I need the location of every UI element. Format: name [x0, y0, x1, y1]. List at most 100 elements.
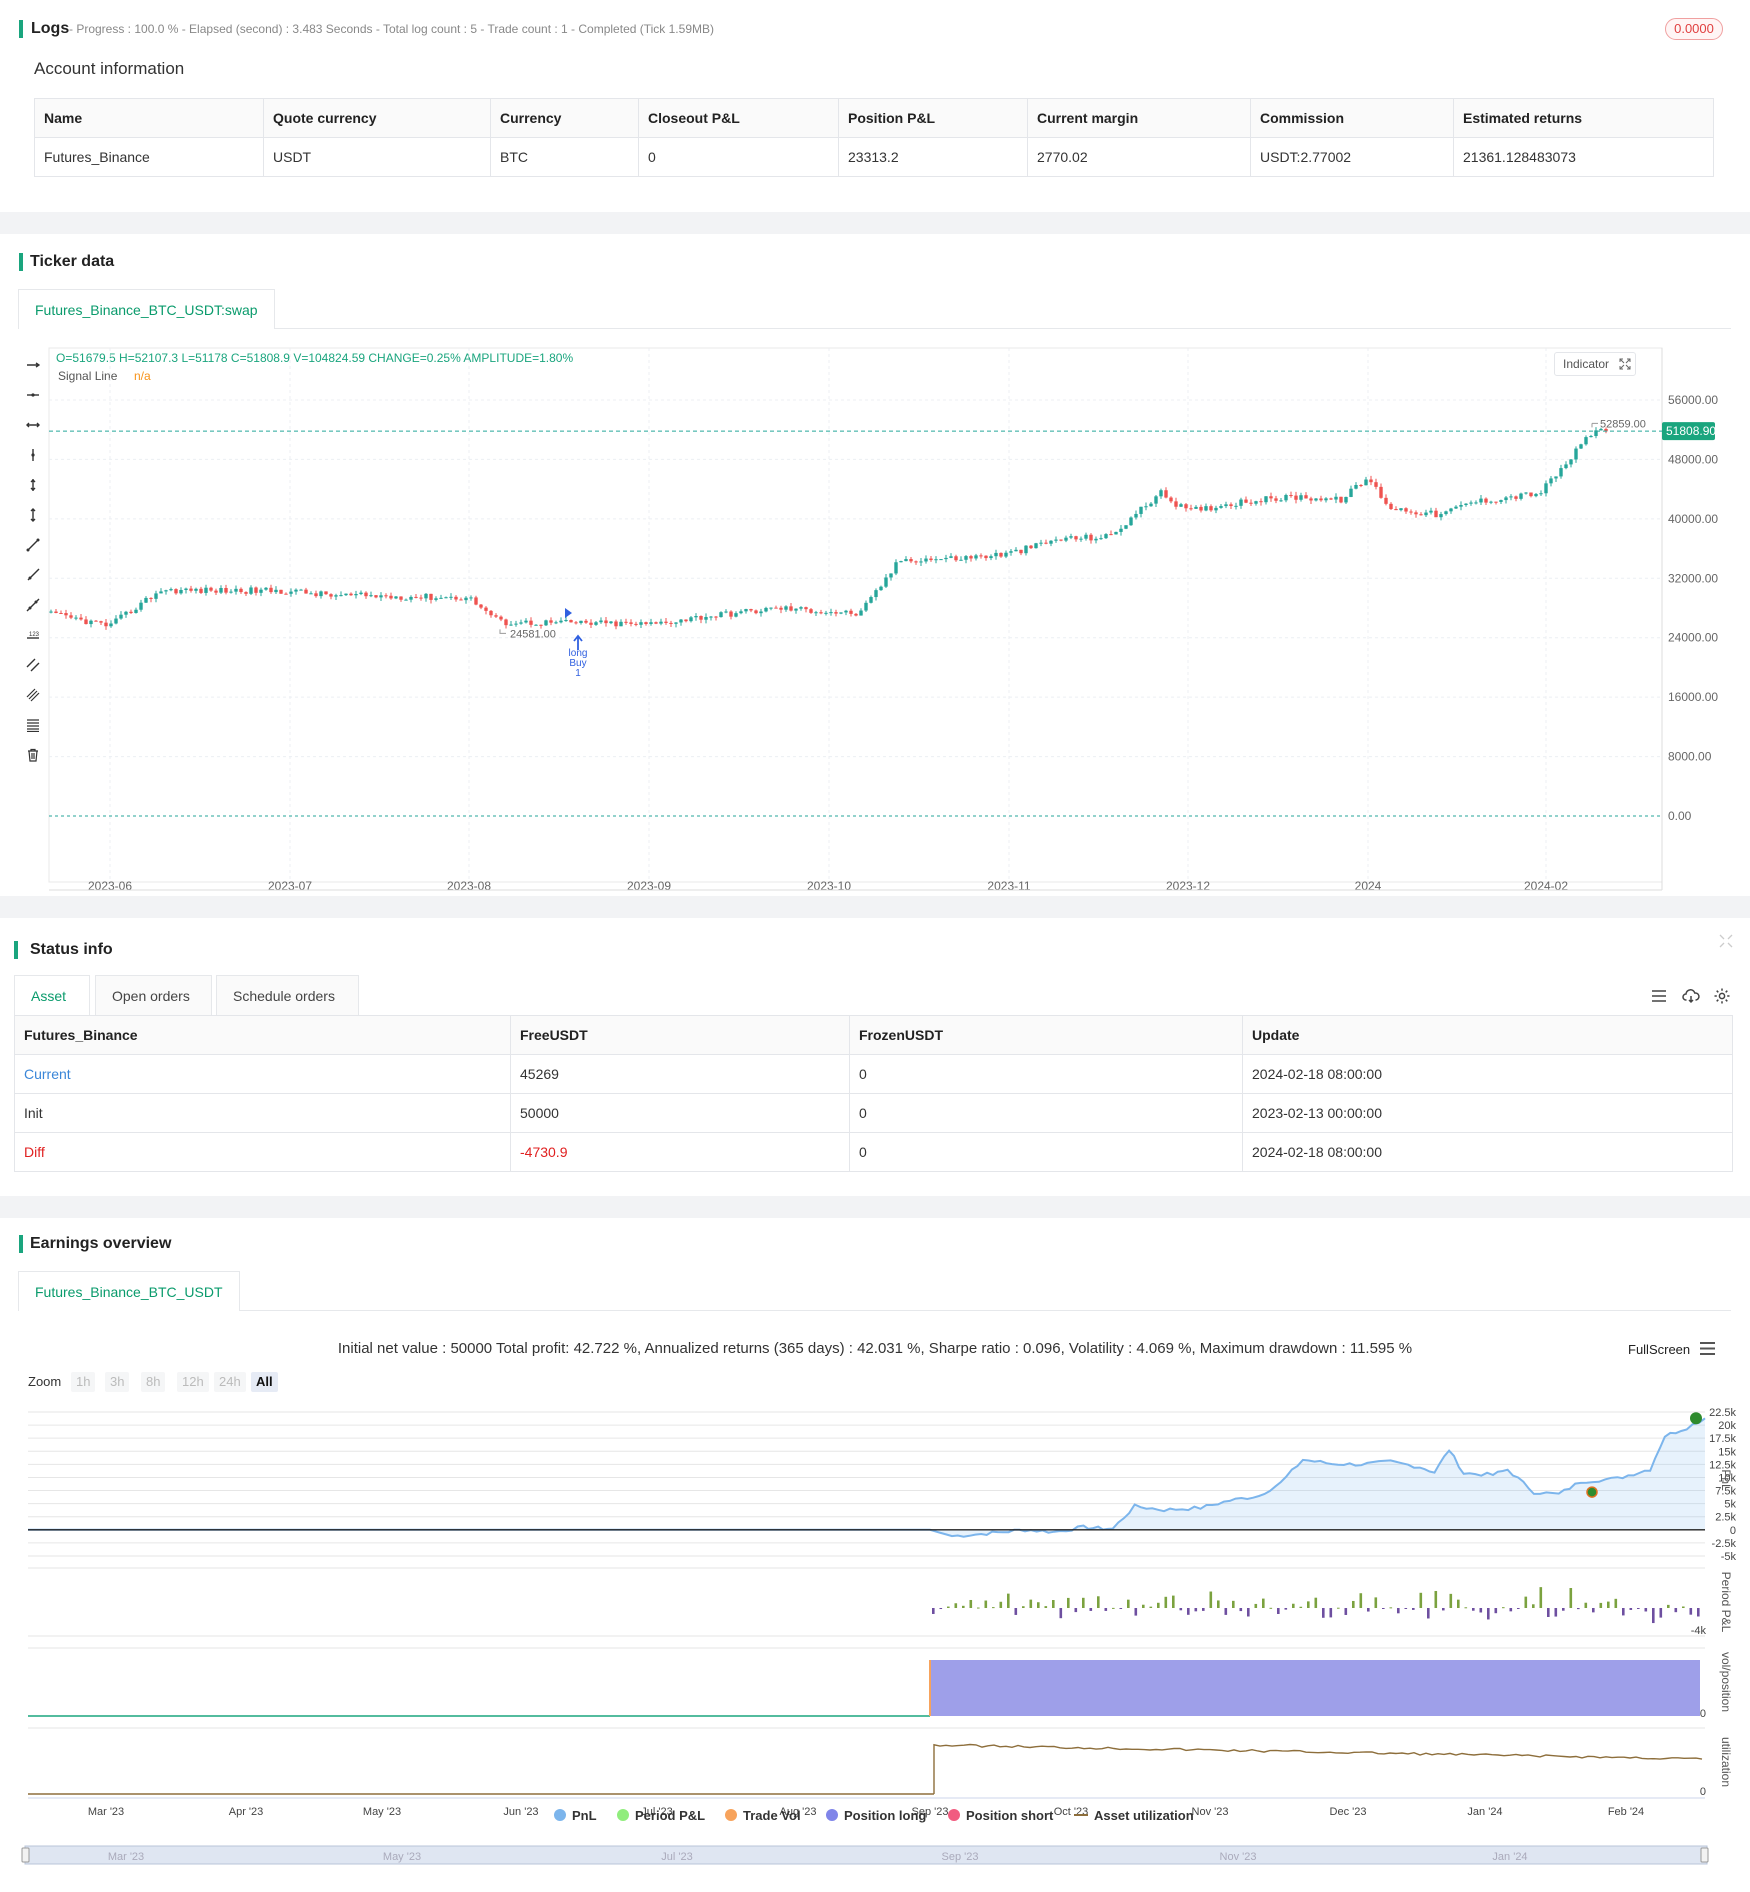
period-pnl-bar	[1389, 1607, 1393, 1609]
legend-item[interactable]: PnL	[554, 1808, 597, 1823]
candle-body	[984, 555, 988, 559]
period-pnl-bar	[1494, 1608, 1498, 1614]
period-pnl-bar	[1644, 1608, 1648, 1612]
low-marker	[499, 629, 506, 634]
tab-asset[interactable]: Asset	[14, 975, 90, 1015]
zoom-24h[interactable]: 24h	[214, 1372, 246, 1392]
candle-body	[1109, 534, 1113, 536]
candle-body	[404, 599, 408, 601]
list-icon[interactable]	[1651, 988, 1667, 1004]
logs-accent-bar	[19, 20, 23, 38]
legend-marker-icon	[554, 1809, 566, 1821]
cell-label-current[interactable]: Current	[14, 1054, 511, 1094]
time-tick-label: 2024	[1355, 879, 1382, 893]
period-pnl-bar	[1359, 1593, 1363, 1608]
table-row: Init 50000 0 2023-02-13 00:00:00	[14, 1093, 1733, 1133]
period-pnl-bar	[1502, 1607, 1505, 1609]
legend-item[interactable]: Position short	[948, 1808, 1053, 1823]
status-accent-bar	[14, 941, 18, 959]
tab-open-orders[interactable]: Open orders	[95, 975, 212, 1015]
cell-position-pnl: 23313.2	[838, 137, 1028, 177]
cell-closeout-pnl: 0	[638, 137, 839, 177]
util-line	[933, 1743, 1703, 1794]
candle-body	[674, 622, 678, 624]
table-row: Futures_Binance USDT BTC 0 23313.2 2770.…	[34, 137, 1714, 177]
period-pnl-bar	[1374, 1597, 1378, 1608]
period-pnl-bar	[1127, 1599, 1130, 1608]
legend-marker-icon	[725, 1809, 737, 1821]
period-pnl-bar	[1232, 1600, 1235, 1608]
gear-icon[interactable]	[1713, 987, 1731, 1005]
period-pnl-bar	[1404, 1608, 1408, 1609]
col-quote-currency: Quote currency	[263, 98, 491, 138]
tab-ticker-symbol[interactable]: Futures_Binance_BTC_USDT:swap	[18, 289, 275, 329]
zoom-12h[interactable]: 12h	[177, 1372, 209, 1392]
cell-update: 2023-02-13 00:00:00	[1242, 1093, 1733, 1133]
candle-body	[444, 597, 448, 599]
period-pnl-bar	[1322, 1608, 1325, 1618]
time-tick-label: 2023-10	[807, 879, 851, 893]
period-pnl-bar	[999, 1601, 1003, 1608]
candle-body	[254, 587, 258, 593]
logs-badge[interactable]: 0.0000	[1665, 18, 1723, 40]
candle-body	[834, 612, 838, 614]
candle-body	[319, 591, 323, 597]
zoom-8h[interactable]: 8h	[141, 1372, 166, 1392]
legend-item[interactable]: Asset utilization	[1074, 1808, 1194, 1823]
candle-body	[1504, 497, 1508, 501]
candle-body	[1559, 468, 1563, 477]
earnings-summary: Initial net value : 50000 Total profit: …	[337, 1340, 1413, 1357]
candle-body	[1319, 498, 1323, 501]
col-name: Name	[34, 98, 264, 138]
candle-body	[804, 607, 808, 610]
legend-label: Period P&L	[635, 1808, 706, 1823]
legend-item[interactable]: Position long	[826, 1808, 926, 1823]
cloud-download-icon[interactable]	[1682, 988, 1700, 1004]
candle-body	[1564, 464, 1568, 469]
period-pnl-bar	[992, 1607, 995, 1609]
legend-marker-icon	[948, 1809, 960, 1821]
period-pnl-bar	[1629, 1608, 1633, 1610]
legend-item[interactable]: Trade Vol	[725, 1808, 801, 1823]
collapse-icon[interactable]	[1719, 934, 1733, 948]
pnl-series	[28, 1412, 1706, 1538]
candle-body	[1054, 539, 1058, 541]
menu-icon[interactable]	[1699, 1341, 1716, 1356]
zoom-3h[interactable]: 3h	[105, 1372, 130, 1392]
period-pnl-bar	[1532, 1604, 1535, 1608]
zoom-1h[interactable]: 1h	[71, 1372, 96, 1392]
candle-body	[969, 556, 973, 559]
period-pnl-bar	[1172, 1595, 1175, 1608]
candle-body	[959, 559, 963, 561]
tab-schedule-orders[interactable]: Schedule orders	[216, 975, 359, 1015]
candle-body	[1534, 493, 1538, 497]
col-update: Update	[1242, 1015, 1733, 1055]
zoom-all[interactable]: All	[251, 1372, 278, 1392]
candle-body	[334, 595, 338, 597]
navigator-tick-label: May '23	[383, 1851, 421, 1863]
candle-body	[899, 561, 903, 563]
navigator[interactable]: Mar '23 May '23 Jul '23 Sep '23 Nov '23 Jan '…	[21, 1845, 1709, 1865]
time-tick-label: 2023-06	[88, 879, 132, 893]
candle-body	[1384, 497, 1388, 504]
fullscreen-button[interactable]: FullScreen	[1628, 1342, 1690, 1357]
legend-item[interactable]: Period P&L	[617, 1808, 705, 1823]
candle-body	[1204, 506, 1208, 511]
candle-body	[1304, 495, 1308, 499]
cell-free-diff: -4730.9	[510, 1132, 850, 1172]
candle-body	[974, 555, 978, 559]
candle-body	[1069, 536, 1073, 538]
candle-body	[294, 589, 298, 592]
candle-body	[509, 624, 513, 626]
candle-body	[234, 588, 238, 592]
candle-body	[364, 592, 368, 597]
candle-body	[1479, 498, 1483, 503]
period-pnl-bar	[1202, 1608, 1205, 1611]
period-pnl-bar	[984, 1600, 988, 1608]
candle-body	[724, 611, 728, 613]
candle-body	[499, 616, 503, 620]
period-pnl-bar	[1254, 1603, 1258, 1608]
candle-body	[394, 596, 398, 599]
candle-body	[224, 587, 228, 593]
tab-earnings-symbol[interactable]: Futures_Binance_BTC_USDT	[18, 1271, 240, 1311]
